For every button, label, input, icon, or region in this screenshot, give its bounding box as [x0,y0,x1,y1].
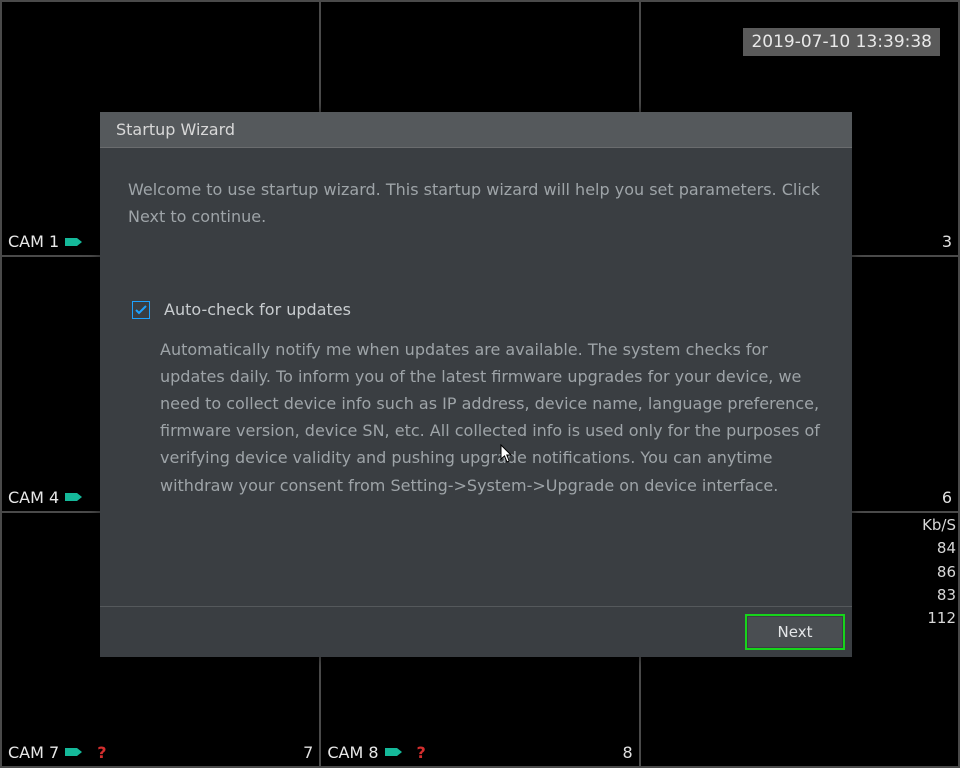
next-button[interactable]: Next [748,617,842,647]
camera-number: 8 [622,743,632,762]
dialog-body: Welcome to use startup wizard. This star… [100,148,852,606]
alert-icon: ? [97,743,106,762]
camera-icon [65,493,77,501]
autocheck-checkbox[interactable] [132,301,150,319]
camera-number: 6 [942,488,952,507]
stats-row: 86 [922,561,956,584]
autocheck-description: Automatically notify me when updates are… [160,336,824,499]
autocheck-label: Auto-check for updates [164,296,351,323]
dialog-footer: Next [100,606,852,657]
alert-icon: ? [417,743,426,762]
camera-label: CAM 8 [327,743,378,762]
camera-number: 7 [303,743,313,762]
welcome-text: Welcome to use startup wizard. This star… [128,176,824,230]
check-icon [135,305,147,315]
camera-icon [65,238,77,246]
stats-row: 83 [922,584,956,607]
startup-wizard-dialog: Startup Wizard Welcome to use startup wi… [100,112,852,657]
camera-icon [385,748,397,756]
timestamp: 2019-07-10 13:39:38 [743,28,940,56]
stats-header: Kb/S [922,514,956,537]
dialog-title: Startup Wizard [100,112,852,148]
stats-row: 84 [922,537,956,560]
camera-label: CAM 7 [8,743,59,762]
bandwidth-stats: Kb/S 84 86 83 112 [922,514,956,630]
camera-icon [65,748,77,756]
camera-label: CAM 1 [8,232,59,251]
camera-number: 3 [942,232,952,251]
camera-label: CAM 4 [8,488,59,507]
stats-row: 112 [922,607,956,630]
